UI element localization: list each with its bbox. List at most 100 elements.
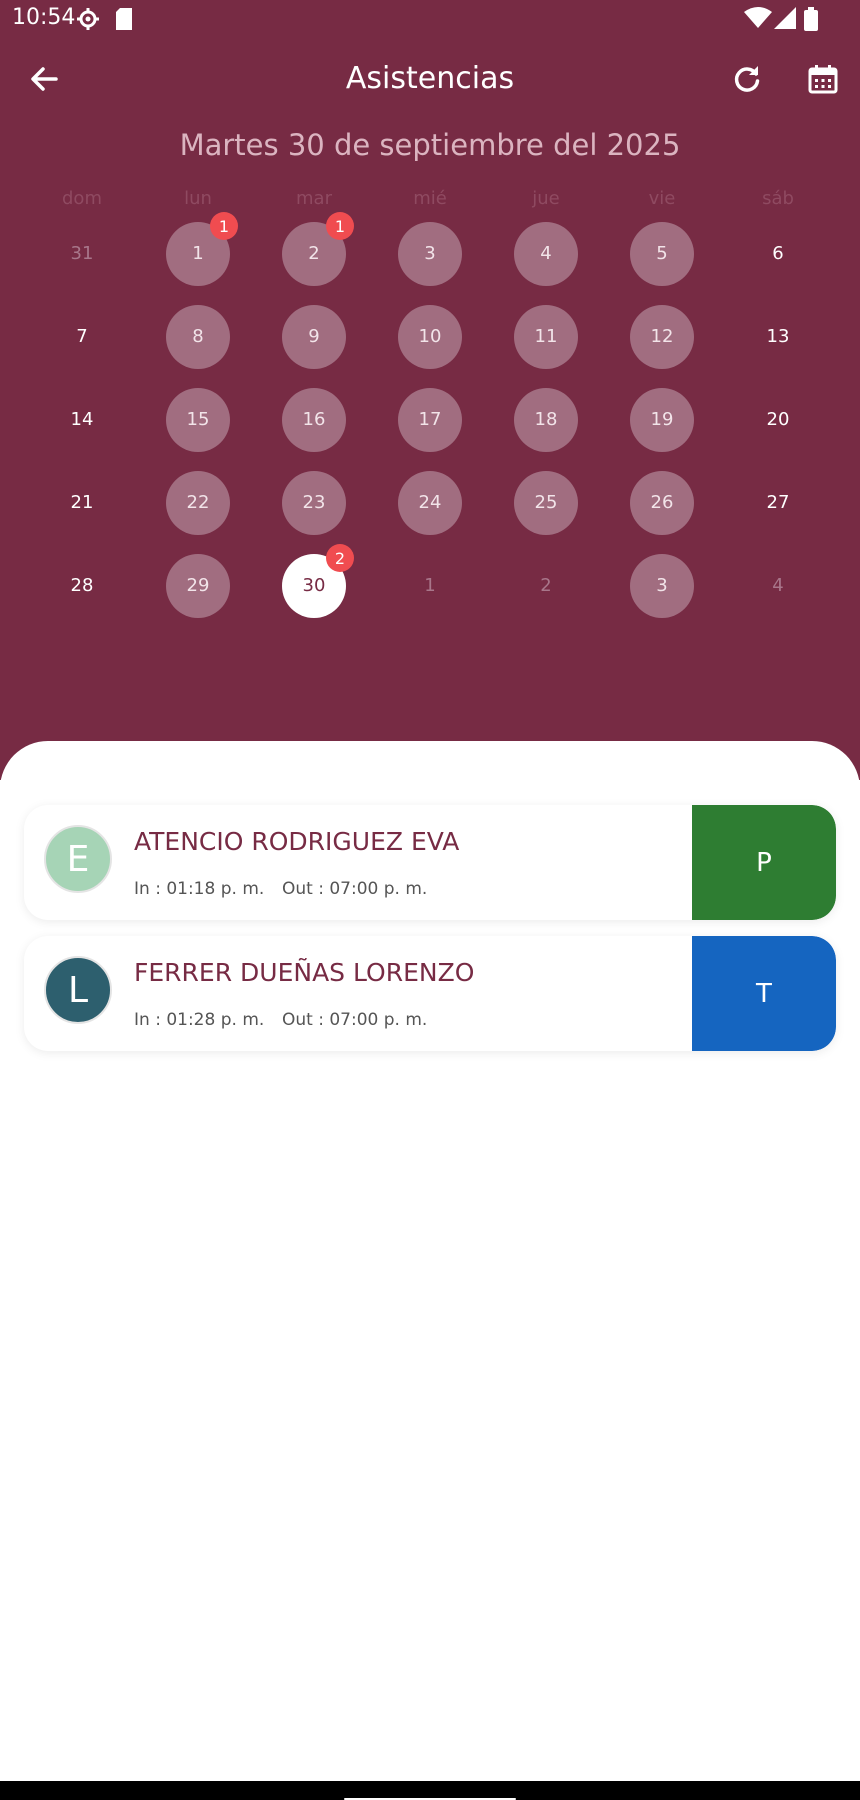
calendar-day-cell[interactable]: 3 [604, 544, 720, 627]
attendance-status-button[interactable]: P [692, 805, 836, 920]
avatar-initial: L [67, 969, 89, 1011]
calendar-day-cell[interactable]: 3 [372, 212, 488, 295]
avatar: E [44, 825, 112, 893]
calendar-day-cell[interactable]: 26 [604, 461, 720, 544]
status-bar: 10:54 [0, 0, 860, 36]
calendar-day[interactable]: 20 [746, 388, 810, 452]
calendar-day[interactable]: 5 [630, 221, 694, 286]
sd-card-icon [114, 7, 134, 35]
calendar-day[interactable]: 19 [630, 387, 694, 452]
calendar-day-cell[interactable]: 22 [140, 461, 256, 544]
calendar-day-cell[interactable]: 16 [256, 378, 372, 461]
calendar-day-cell[interactable]: 14 [24, 378, 140, 461]
calendar-day[interactable]: 31 [50, 222, 114, 286]
calendar-day[interactable]: 9 [282, 304, 346, 369]
calendar-day-cell[interactable]: 15 [140, 378, 256, 461]
calendar-day-cell[interactable]: 21 [256, 212, 372, 295]
status-time: 10:54 [12, 5, 76, 30]
battery-icon [804, 7, 818, 35]
calendar-day-cell[interactable]: 2 [488, 544, 604, 627]
calendar-day[interactable]: 2 [514, 554, 578, 618]
attendance-count-badge: 1 [210, 212, 238, 240]
calendar-icon [807, 63, 839, 99]
calendar-day-cell[interactable]: 17 [372, 378, 488, 461]
attendance-card[interactable]: E ATENCIO RODRIGUEZ EVA In : 01:18 p. m.… [24, 805, 836, 920]
calendar-day[interactable]: 18 [514, 387, 578, 452]
calendar-day-cell[interactable]: 19 [604, 378, 720, 461]
calendar-day[interactable]: 25 [514, 470, 578, 535]
header-area: 10:54 Asistencias Martes 30 de septiembr… [0, 0, 860, 780]
calendar-day-cell[interactable]: 25 [488, 461, 604, 544]
wifi-icon [744, 7, 772, 33]
calendar-day-cell[interactable]: 10 [372, 295, 488, 378]
attendance-card[interactable]: L FERRER DUEÑAS LORENZO In : 01:28 p. m.… [24, 936, 836, 1051]
refresh-button[interactable] [719, 53, 775, 109]
calendar-day[interactable]: 26 [630, 470, 694, 535]
calendar-day-cell[interactable]: 5 [604, 212, 720, 295]
calendar-day[interactable]: 24 [398, 470, 462, 535]
calendar-day-cell[interactable]: 30 2 [256, 544, 372, 627]
calendar-day-cell[interactable]: 1 [372, 544, 488, 627]
refresh-icon [731, 63, 763, 99]
weekday-label: jue [532, 188, 560, 209]
calendar-day[interactable]: 11 [514, 304, 578, 369]
calendar-button[interactable] [795, 53, 851, 109]
calendar-day-cell[interactable]: 23 [256, 461, 372, 544]
calendar-day[interactable]: 29 [166, 553, 230, 618]
calendar-day-cell[interactable]: 6 [720, 212, 836, 295]
calendar-day[interactable]: 8 [166, 304, 230, 369]
status-label: T [756, 978, 772, 1009]
calendar-day[interactable]: 23 [282, 470, 346, 535]
calendar-day[interactable]: 27 [746, 471, 810, 535]
calendar-day[interactable]: 28 [50, 554, 114, 618]
weekday-header: dom lun mar mié jue vie sáb [24, 188, 836, 209]
calendar-day[interactable]: 7 [50, 305, 114, 369]
calendar-day-cell[interactable]: 9 [256, 295, 372, 378]
check-in-time: In : 01:28 p. m. [134, 1010, 265, 1030]
calendar-day[interactable]: 4 [514, 221, 578, 286]
calendar-day-cell[interactable]: 27 [720, 461, 836, 544]
calendar-day[interactable]: 14 [50, 388, 114, 452]
calendar-day[interactable]: 1 [398, 554, 462, 618]
calendar-day-cell[interactable]: 21 [24, 461, 140, 544]
calendar-day[interactable]: 17 [398, 387, 462, 452]
calendar-day-cell[interactable]: 12 [604, 295, 720, 378]
calendar-day-cell[interactable]: 31 [24, 212, 140, 295]
attendance-status-button[interactable]: T [692, 936, 836, 1051]
calendar-day-cell[interactable]: 7 [24, 295, 140, 378]
calendar-day[interactable]: 6 [746, 222, 810, 286]
calendar-day[interactable]: 13 [746, 305, 810, 369]
check-out-time: Out : 07:00 p. m. [282, 1010, 428, 1030]
calendar-day[interactable]: 21 [50, 471, 114, 535]
attendance-count-badge: 2 [326, 544, 354, 572]
calendar-day-cell[interactable]: 24 [372, 461, 488, 544]
weekday-label: lun [184, 188, 212, 209]
weekday-label: mié [413, 188, 447, 209]
app-bar: Asistencias [0, 44, 860, 118]
calendar-day[interactable]: 15 [166, 387, 230, 452]
check-in-time: In : 01:18 p. m. [134, 879, 265, 899]
calendar-day-cell[interactable]: 29 [140, 544, 256, 627]
calendar-day[interactable]: 22 [166, 470, 230, 535]
calendar-day[interactable]: 3 [398, 221, 462, 286]
calendar-day-cell[interactable]: 20 [720, 378, 836, 461]
calendar-day[interactable]: 16 [282, 387, 346, 452]
calendar-day-cell[interactable]: 18 [488, 378, 604, 461]
settings-icon [76, 7, 100, 35]
calendar-day-cell[interactable]: 4 [720, 544, 836, 627]
avatar-initial: E [66, 838, 90, 880]
calendar-day-cell[interactable]: 11 [140, 212, 256, 295]
calendar-day-cell[interactable]: 8 [140, 295, 256, 378]
calendar-day[interactable]: 4 [746, 554, 810, 618]
calendar-day-cell[interactable]: 4 [488, 212, 604, 295]
calendar-day-cell[interactable]: 11 [488, 295, 604, 378]
calendar-day-cell[interactable]: 13 [720, 295, 836, 378]
calendar-day[interactable]: 10 [398, 304, 462, 369]
calendar-day[interactable]: 12 [630, 304, 694, 369]
weekday-label: dom [62, 188, 102, 209]
calendar-day-cell[interactable]: 28 [24, 544, 140, 627]
avatar: L [44, 956, 112, 1024]
student-name: FERRER DUEÑAS LORENZO [134, 958, 475, 987]
signal-icon [774, 7, 796, 33]
calendar-day[interactable]: 3 [630, 553, 694, 618]
